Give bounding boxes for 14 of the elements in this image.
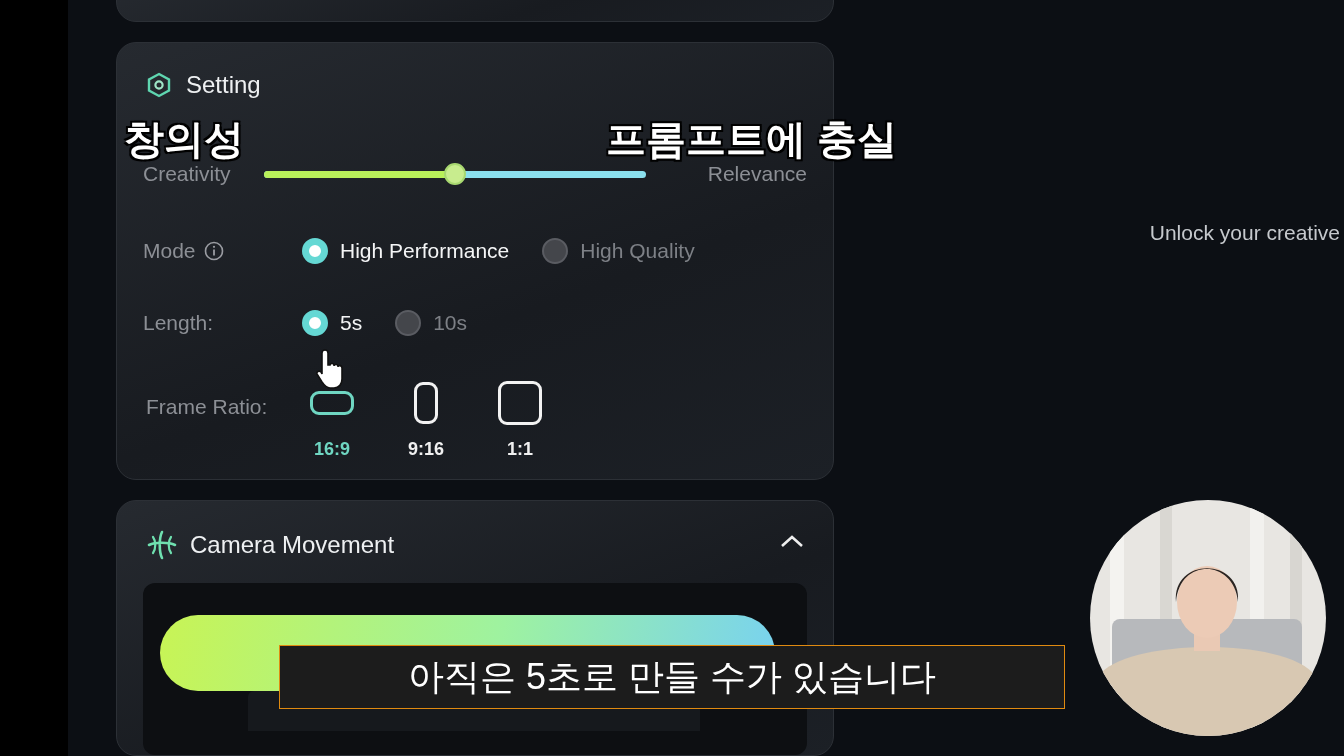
subtitle-toast: 아직은 5초로 만들 수가 있습니다 bbox=[279, 645, 1065, 709]
slider-label: Relevance bbox=[706, 162, 807, 187]
caption-text: 프롬프트에 충실 bbox=[606, 116, 898, 163]
field-label: Mode bbox=[143, 239, 196, 264]
hero-text: Unlock your creative bbox=[1149, 221, 1340, 246]
panel-title: Camera Movement bbox=[190, 531, 395, 559]
ratio-label: 9:16 bbox=[408, 439, 444, 461]
ratio-label: 16:9 bbox=[314, 439, 350, 461]
field-label: Frame Ratio: bbox=[146, 395, 268, 420]
ratio-label: 1:1 bbox=[507, 439, 533, 461]
caption-text: 창의성 bbox=[124, 116, 244, 163]
panel-title: Setting bbox=[186, 71, 261, 100]
slider-label: Creativity bbox=[143, 162, 232, 187]
field-label: Length: bbox=[143, 311, 214, 336]
